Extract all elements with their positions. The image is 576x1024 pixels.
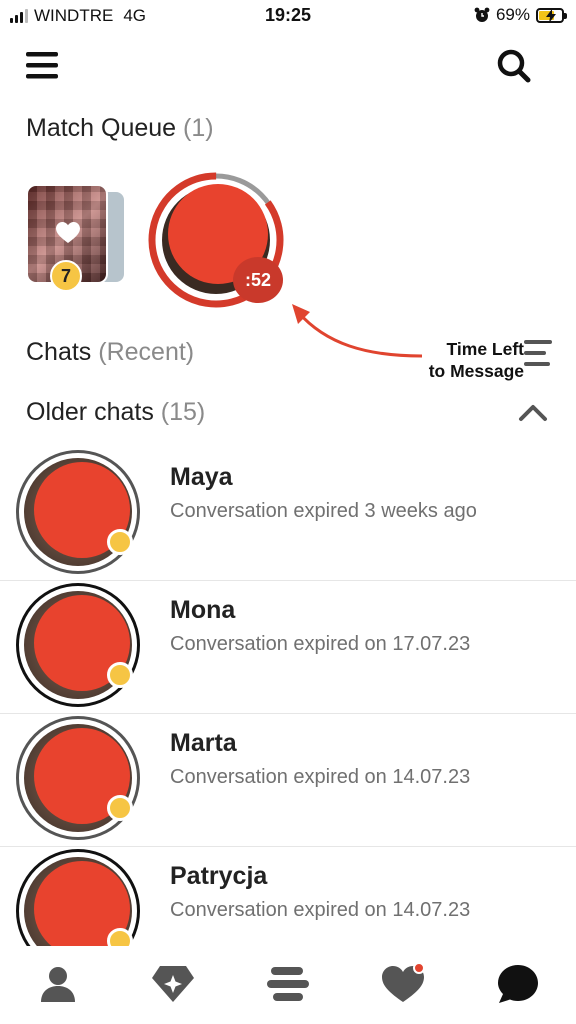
nav-discover[interactable]	[260, 956, 316, 1012]
chat-row-marta[interactable]: Marta Conversation expired on 14.07.23	[0, 714, 576, 847]
alarm-icon	[474, 7, 490, 22]
chat-row-maya[interactable]: Maya Conversation expired 3 weeks ago	[0, 448, 576, 581]
older-chats-header: Older chats (15)	[26, 398, 205, 427]
chats-header: Chats (Recent)	[26, 338, 194, 367]
search-icon	[497, 49, 531, 83]
status-dot	[107, 795, 133, 821]
older-chats-count: (15)	[160, 398, 206, 426]
chat-status: Conversation expired on 14.07.23	[170, 899, 471, 921]
status-bar: WINDTRE 4G 19:25 69%	[0, 0, 576, 32]
battery-charging-icon	[536, 7, 567, 23]
chat-status: Conversation expired on 14.07.23	[170, 766, 471, 788]
status-right: 69%	[474, 5, 567, 25]
chat-name: Mona	[170, 596, 236, 624]
older-chats-title: Older chats	[26, 398, 154, 426]
diamond-icon	[151, 966, 194, 1002]
annotation-line-2: to Message	[428, 361, 524, 381]
match-queue-title: Match Queue	[26, 114, 177, 142]
chat-icon	[498, 965, 539, 1003]
sort-button[interactable]	[524, 340, 552, 366]
chats-subtitle: (Recent)	[98, 338, 195, 366]
chat-name: Marta	[170, 729, 237, 757]
status-left: WINDTRE 4G	[10, 6, 146, 26]
chats-title: Chats	[26, 338, 92, 366]
signal-icon	[10, 9, 28, 23]
nav-likes[interactable]	[375, 956, 431, 1012]
status-dot	[107, 529, 133, 555]
search-button[interactable]	[496, 48, 532, 84]
network-label: 4G	[123, 6, 147, 25]
annotation-line-1: Time Left	[446, 339, 524, 359]
menu-icon	[26, 52, 58, 79]
status-dot	[107, 662, 133, 688]
avatar	[16, 450, 140, 574]
discover-icon	[266, 967, 309, 1001]
chevron-up-icon	[519, 405, 547, 421]
match-queue-count: (1)	[183, 114, 214, 142]
annotation-label: Time Left to Message	[404, 338, 524, 382]
match-queue-card[interactable]: 7	[26, 184, 128, 292]
heart-icon	[56, 222, 80, 243]
menu-button[interactable]	[26, 52, 58, 80]
chat-status: Conversation expired on 17.07.23	[170, 633, 471, 655]
collapse-older-chats-button[interactable]	[518, 402, 548, 424]
older-chats-list: Maya Conversation expired 3 weeks ago Mo…	[0, 448, 576, 980]
chat-row-mona[interactable]: Mona Conversation expired on 17.07.23	[0, 581, 576, 714]
avatar	[16, 716, 140, 840]
queue-count-badge: 7	[50, 260, 82, 292]
nav-premium[interactable]	[145, 956, 201, 1012]
sort-lines-icon	[524, 340, 552, 366]
profile-icon	[40, 967, 75, 1002]
bottom-nav	[0, 946, 576, 1024]
chat-name: Patrycja	[170, 862, 268, 890]
nav-profile[interactable]	[30, 956, 86, 1012]
avatar	[16, 583, 140, 707]
carrier-label: WINDTRE	[34, 6, 114, 25]
chat-name: Maya	[170, 463, 233, 491]
battery-percent: 69%	[495, 5, 530, 24]
match-queue-header: Match Queue (1)	[26, 114, 214, 143]
time-left-badge: :52	[233, 257, 283, 303]
nav-chats[interactable]	[490, 956, 546, 1012]
chat-status: Conversation expired 3 weeks ago	[170, 500, 477, 522]
